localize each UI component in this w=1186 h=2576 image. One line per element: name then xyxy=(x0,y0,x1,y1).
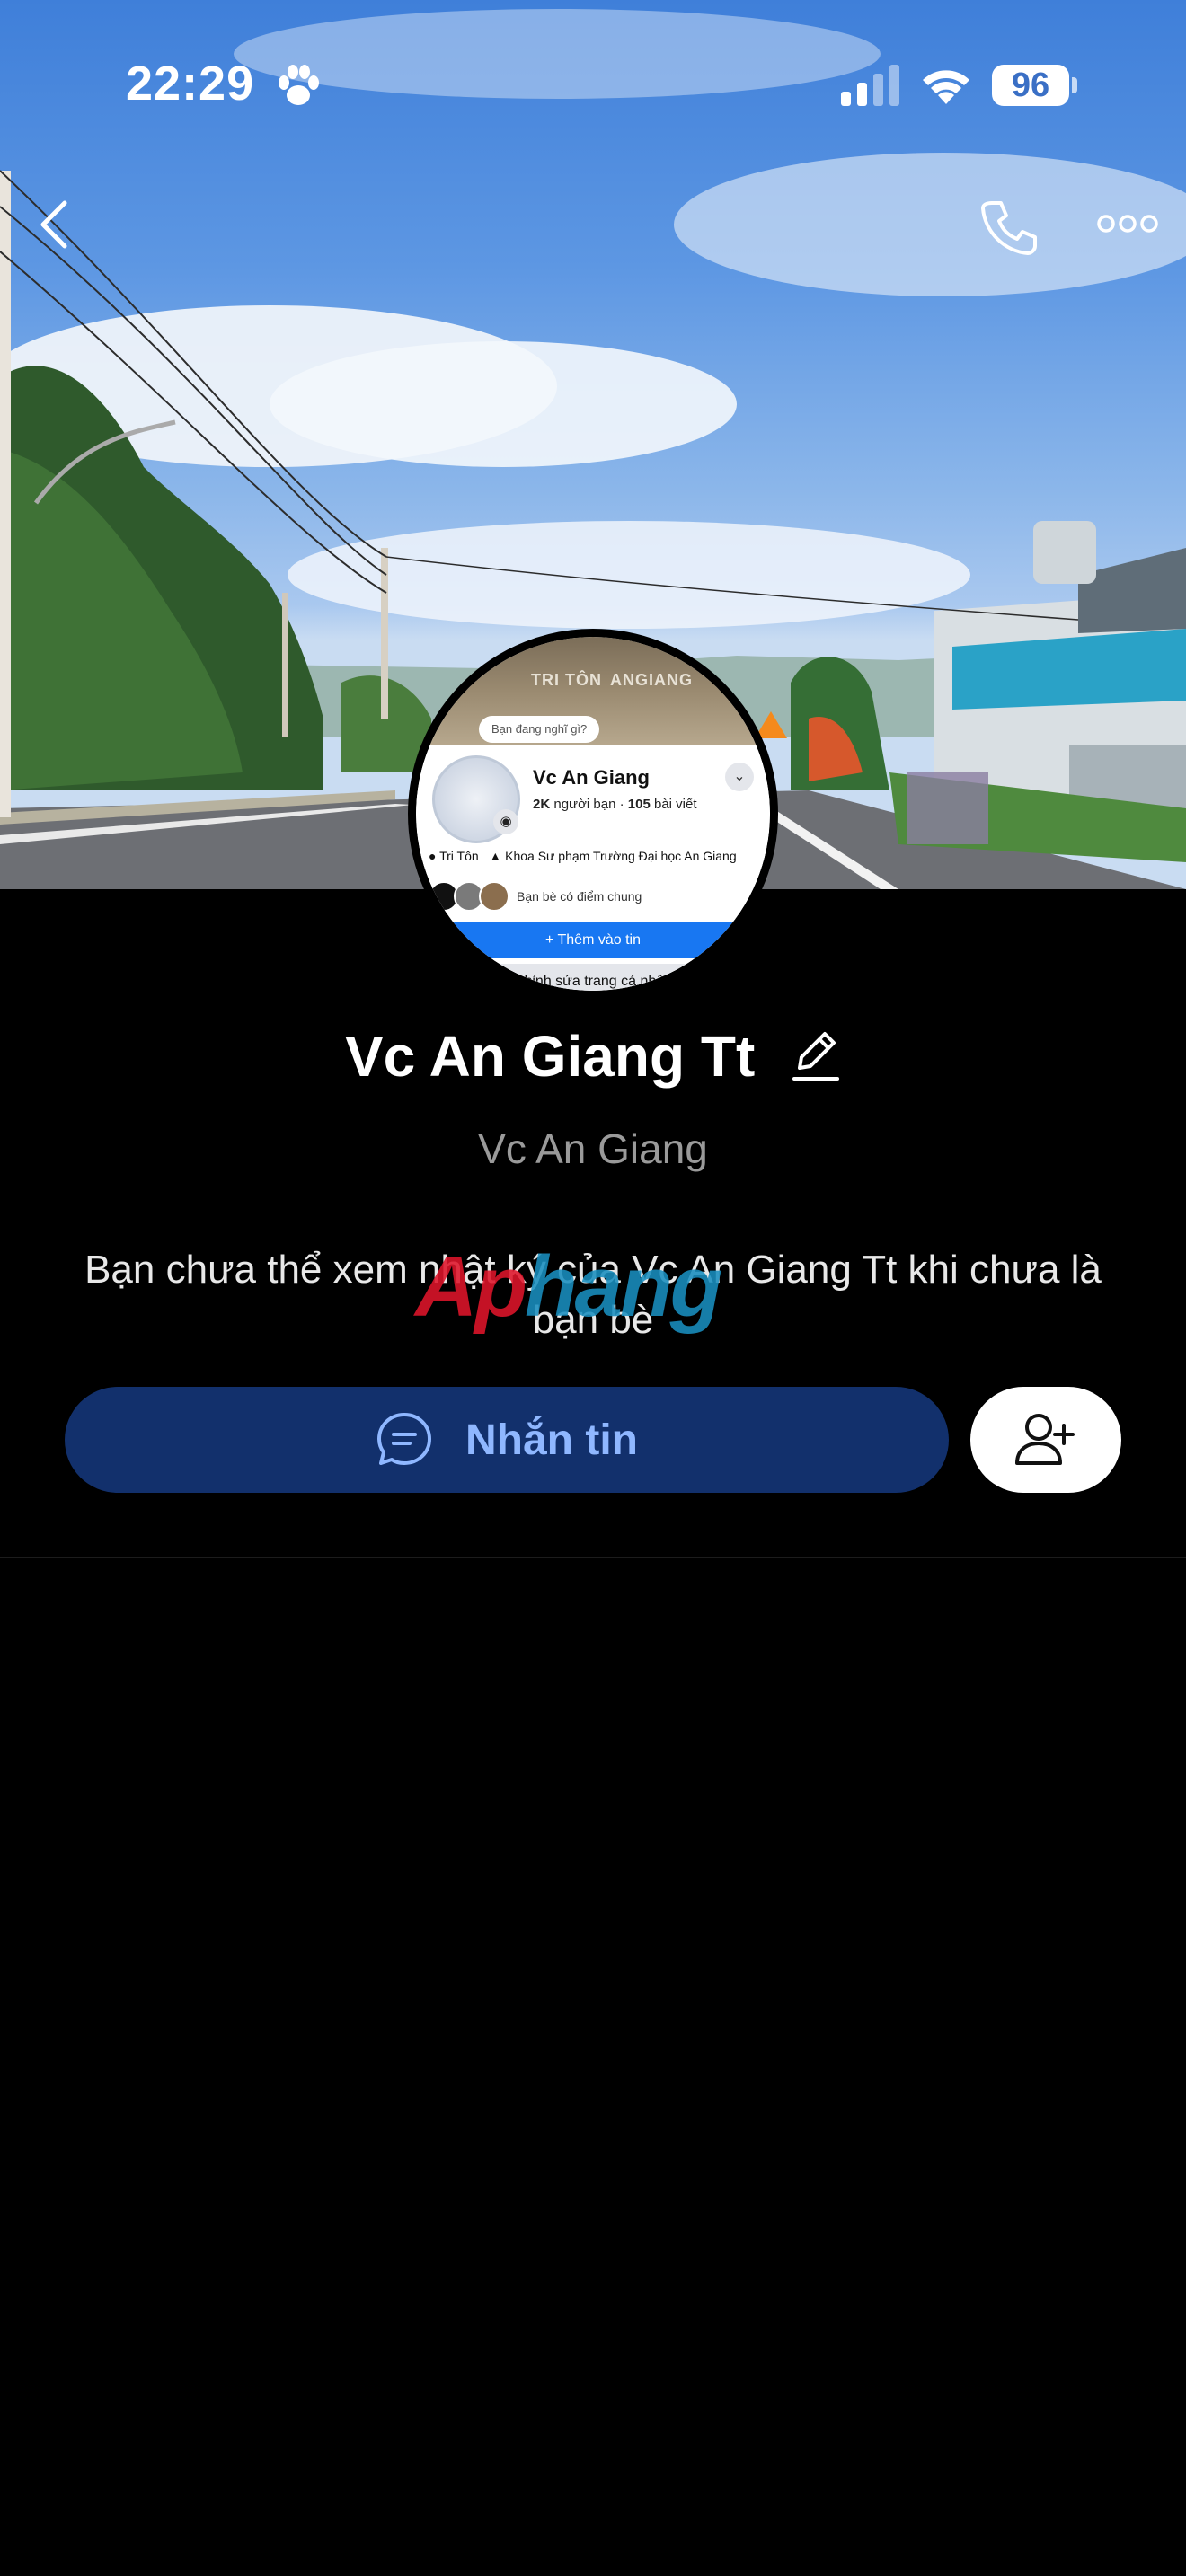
mutual-friends-row: Bạn bè có điểm chung xyxy=(429,881,642,912)
sign-text-1: TRI TÔN xyxy=(531,671,602,689)
avatar-prompt: Bạn đang nghĩ gì? xyxy=(479,716,600,743)
phone-icon[interactable] xyxy=(979,198,1039,257)
status-time: 22:29 xyxy=(126,57,255,110)
avatar-card: ◉ Vc An Giang ⌄ 2K người bạn · 105 bài v… xyxy=(416,750,770,991)
chevron-down-icon: ⌄ xyxy=(725,763,754,791)
location-pin-icon: ● xyxy=(429,849,437,863)
camera-icon: ◉ xyxy=(493,809,518,834)
school-text: Khoa Sư phạm Trường Đại học An Giang xyxy=(505,849,737,863)
signal-icon xyxy=(841,65,899,106)
section-divider xyxy=(0,1557,1186,1558)
message-button-label: Nhắn tin xyxy=(465,1416,638,1464)
posts-label: bài viết xyxy=(654,797,697,812)
location-text: Tri Tôn xyxy=(439,849,479,863)
avatar-stats: 2K người bạn · 105 bài viết xyxy=(533,797,697,812)
add-friend-icon xyxy=(1015,1414,1075,1465)
avatar-name: Vc An Giang xyxy=(533,766,650,789)
profile-avatar[interactable]: TRI TÔN ANGIANG Bạn đang nghĩ gì? ◉ Vc A… xyxy=(408,629,778,999)
edit-name-icon[interactable] xyxy=(791,1028,841,1084)
profile-name-row: Vc An Giang Tt xyxy=(0,1019,1186,1090)
wifi-icon xyxy=(923,70,969,104)
mutual-text: Bạn bè có điểm chung xyxy=(517,889,642,904)
add-story-label: + Thêm vào tin xyxy=(423,922,763,958)
stats-separator: · xyxy=(619,797,628,812)
privacy-notice: Bạn chưa thể xem nhật ký của Vc An Giang… xyxy=(84,1248,1102,1342)
more-icon[interactable] xyxy=(1096,212,1159,235)
profile-display-name: Vc An Giang Tt xyxy=(344,1024,756,1090)
back-icon[interactable] xyxy=(36,198,72,251)
posts-count: 105 xyxy=(627,797,651,812)
profile-original-name: Vc An Giang xyxy=(478,1125,708,1172)
friends-label: người bạn xyxy=(553,797,616,812)
friends-count: 2K xyxy=(533,797,551,812)
sign-text-2: ANGIANG xyxy=(610,671,693,689)
avatar-image: TRI TÔN ANGIANG Bạn đang nghĩ gì? ◉ Vc A… xyxy=(416,637,770,991)
school-icon: ▲ xyxy=(489,849,502,863)
battery-cap xyxy=(1072,77,1077,93)
mutual-avatar xyxy=(479,881,509,912)
avatar-location-row: ● Tri Tôn ▲ Khoa Sư phạm Trường Đại học … xyxy=(429,849,737,863)
chat-bubble-icon xyxy=(377,1413,431,1465)
battery-level: 96 xyxy=(1011,66,1050,104)
edit-profile-label: Chỉnh sửa trang cá nhân xyxy=(423,964,763,991)
add-friend-button[interactable] xyxy=(970,1387,1121,1493)
message-button[interactable]: Nhắn tin xyxy=(65,1387,949,1493)
paw-icon xyxy=(279,65,319,105)
battery-icon: 96 xyxy=(992,65,1069,106)
